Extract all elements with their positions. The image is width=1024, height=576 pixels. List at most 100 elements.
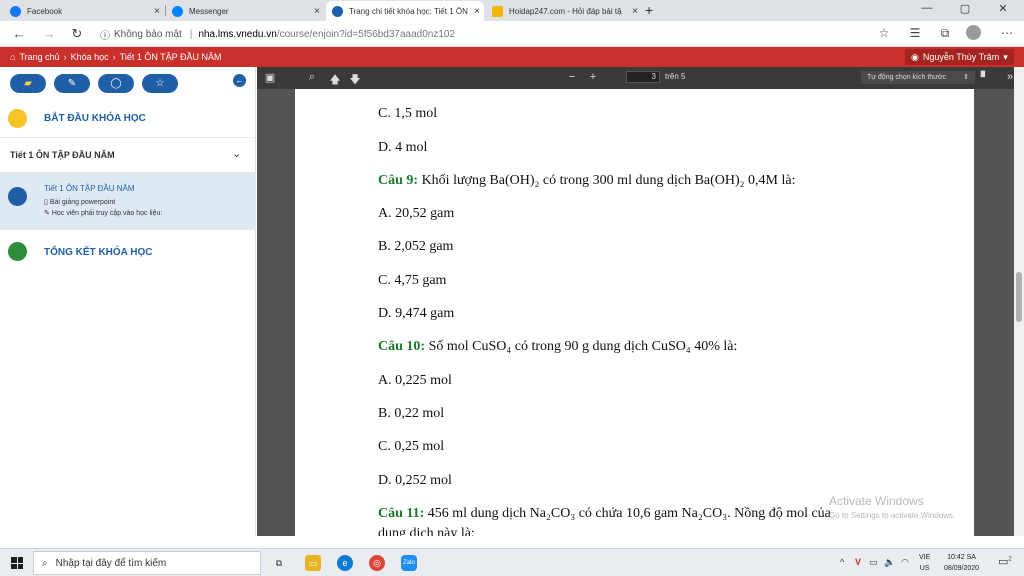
url-path: /course/enjoin?id=5f56bd37aaad0nz102 [276, 28, 456, 40]
page-number-input[interactable]: 3 [626, 71, 660, 83]
question-number: Câu 10: [378, 339, 426, 354]
info-icon[interactable]: ⓘ [100, 27, 110, 42]
taskbar-search[interactable]: ⌕ Nhập tại đây để tìm kiếm [33, 551, 261, 575]
tab-course-detail[interactable]: Trang chi tiết khóa học: Tiết 1 ÔN × [326, 1, 484, 21]
close-window-button[interactable]: ✕ [988, 2, 1018, 15]
zoom-in-button[interactable]: + [586, 71, 600, 83]
tab-messenger[interactable]: Messenger × [166, 1, 324, 21]
breadcrumb-courses[interactable]: Khóa học [71, 52, 109, 62]
vnedu-icon [332, 5, 343, 17]
zoom-select[interactable]: Tự động chọn kích thước ⇕ [861, 71, 975, 84]
previous-page-icon[interactable]: 🡅 [328, 71, 342, 90]
answer-line: A. 0,225 mol [378, 373, 452, 389]
answer-line: B. 0,22 mol [378, 406, 444, 422]
notification-icon[interactable]: ▭2 [998, 555, 1012, 568]
breadcrumb-lesson[interactable]: Tiết 1 ÔN TẬP ĐẦU NĂM [120, 52, 222, 62]
new-tab-button[interactable]: + [645, 2, 653, 18]
tab-facebook[interactable]: Facebook × [4, 1, 164, 21]
close-icon[interactable]: × [470, 6, 484, 17]
comment-button[interactable]: ◯ [98, 74, 134, 93]
answer-line: D. 9,474 gam [378, 306, 454, 322]
pdf-page: C. 1,5 mol D. 4 mol Câu 9: Khối lượng Ba(O… [295, 89, 974, 536]
volume-icon[interactable]: 🔈 [884, 557, 895, 568]
answer-line: D. 0,252 mol [378, 473, 452, 489]
answer-line: C. 4,75 gam [378, 273, 446, 289]
line-text: A. 20,52 gam [378, 206, 455, 221]
status-dot [8, 242, 27, 261]
edge-icon[interactable]: e [337, 555, 353, 571]
favorite-button[interactable]: ☆ [142, 74, 178, 93]
sidebar-item-label: BẮT ĐẦU KHÓA HỌC [44, 113, 146, 124]
task-view-icon[interactable]: ⧉ [271, 555, 287, 571]
answer-line: A. 20,52 gam [378, 206, 454, 222]
input-language[interactable]: VIE US [919, 552, 930, 574]
select-caret-icon: ⇕ [963, 74, 969, 81]
bookmark-icon[interactable]: ▘ [978, 71, 992, 84]
status-dot [8, 109, 27, 128]
minimize-button[interactable]: — [912, 2, 942, 14]
url-field[interactable]: ⓘ Không bảo mật | nha.lms.vnedu.vn /cour… [100, 25, 455, 43]
attachment-button[interactable]: ✎ [54, 74, 90, 93]
system-clock[interactable]: 10:42 SA 08/09/2020 [944, 552, 979, 574]
tray-expand-icon[interactable]: ^ [840, 557, 844, 567]
course-sidebar: ▰ ✎ ◯ ☆ ← BẮT ĐẦU KHÓA HỌC Tiết 1 ÔN TẬP… [0, 67, 256, 536]
user-menu[interactable]: ◉ Nguyễn Thùy Trâm ▾ [905, 49, 1014, 65]
search-icon[interactable]: ⌕ [305, 71, 319, 84]
answer-line: C. 1,5 mol [378, 106, 437, 122]
lesson-sub-powerpoint: ▯ Bài giảng powerpoint [44, 199, 116, 206]
breadcrumb-home[interactable]: Trang chủ [19, 52, 59, 62]
sidebar-item-start[interactable]: BẮT ĐẦU KHÓA HỌC [0, 100, 256, 138]
sidebar-toggle-icon[interactable]: ▣ [263, 71, 277, 84]
scrollbar-thumb[interactable] [1016, 272, 1022, 322]
lesson-sub-access: ✎ Học viên phải truy cập vào học liệu: [44, 210, 163, 217]
close-icon[interactable]: × [628, 6, 642, 17]
chrome-icon[interactable]: ◎ [369, 555, 385, 571]
close-icon[interactable]: × [150, 6, 164, 17]
sidebar-item-lesson[interactable]: Tiết 1 ÔN TẬP ĐẦU NĂM ▯ Bài giảng powerp… [0, 173, 256, 230]
windows-start-icon[interactable] [11, 557, 23, 569]
forward-icon[interactable]: → [40, 26, 58, 41]
line-text: C. 1,5 mol [378, 106, 438, 121]
question-line: Câu 11: 456 ml dung dịch Na₂CO₃ có chứa … [378, 506, 831, 522]
close-icon[interactable]: × [310, 6, 324, 17]
next-page-icon[interactable]: 🡇 [348, 71, 362, 90]
reload-icon[interactable]: ↻ [68, 26, 86, 42]
profile-avatar[interactable] [966, 25, 981, 40]
more-menu-icon[interactable]: ⋯ [998, 26, 1016, 40]
line-text: Khối lượng Ba(OH)₂ có trong 300 ml dung … [418, 173, 796, 188]
sidebar-item-label: TỔNG KẾT KHÓA HỌC [44, 247, 153, 258]
battery-icon[interactable]: ▭ [869, 557, 878, 568]
antivirus-icon[interactable]: V [855, 557, 861, 567]
zoom-out-button[interactable]: − [565, 71, 579, 83]
back-icon[interactable]: ← [10, 26, 28, 41]
question-line: Câu 10: Số mol CuSO₄ có trong 90 g dung … [378, 339, 737, 355]
sidebar-item-summary[interactable]: TỔNG KẾT KHÓA HỌC [0, 230, 256, 270]
line-text: B. 0,22 mol [378, 406, 445, 421]
browser-tab-strip: Facebook × Messenger × Trang chi tiết kh… [0, 0, 1024, 21]
section-title: Tiết 1 ÔN TẬP ĐẦU NĂM [10, 150, 115, 160]
favorites-list-icon[interactable]: ☰ [906, 26, 924, 40]
collapse-sidebar-icon[interactable]: ← [233, 74, 246, 87]
security-label: Không bảo mật [114, 28, 182, 40]
wifi-icon[interactable]: ◠ [901, 557, 909, 568]
tab-label: Facebook [27, 6, 63, 16]
star-icon: ☆ [155, 78, 165, 89]
pencil-icon: ✎ [44, 210, 50, 217]
paperclip-icon: ✎ [67, 78, 77, 89]
tab-hoidap247[interactable]: Hoidap247.com - Hỏi đáp bài tậ × [486, 1, 642, 21]
sidebar-section-header[interactable]: Tiết 1 ÔN TẬP ĐẦU NĂM ⌄ [0, 138, 256, 173]
favorite-star-icon[interactable]: ☆ [875, 26, 893, 40]
file-explorer-icon[interactable]: ▭ [305, 555, 321, 571]
zalo-icon[interactable]: Zalo [401, 555, 417, 571]
user-name: Nguyễn Thùy Trâm [922, 52, 1000, 62]
notes-button[interactable]: ▰ [10, 74, 46, 93]
collections-icon[interactable]: ⧉ [936, 26, 954, 41]
line-text: C. 0,25 mol [378, 439, 445, 454]
line-text: dung dịch này là: [378, 526, 475, 536]
line-text: 456 ml dung dịch Na₂CO₃ có chứa 10,6 gam… [424, 506, 831, 521]
maximize-button[interactable]: ▢ [950, 2, 980, 15]
app-header: ⌂ Trang chủ › Khóa học › Tiết 1 ÔN TẬP Đ… [0, 47, 1024, 67]
activate-windows-title: Activate Windows [829, 494, 924, 508]
page-scrollbar[interactable] [1014, 67, 1024, 536]
line-text: B. 2,052 gam [378, 239, 454, 254]
